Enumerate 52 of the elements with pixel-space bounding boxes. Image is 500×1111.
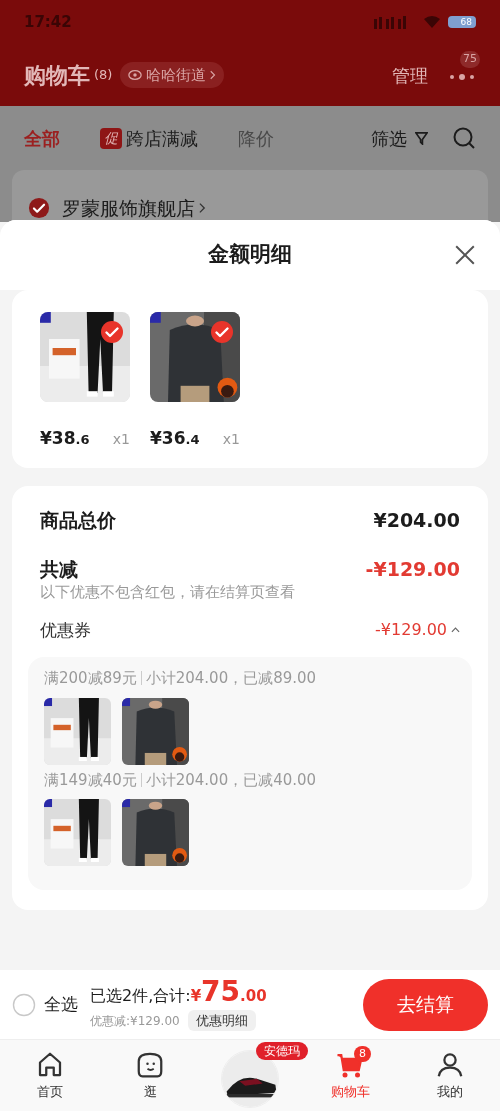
- nav-tab[interactable]: 逛: [100, 1049, 200, 1102]
- count-badge: 8: [354, 1045, 371, 1063]
- notification-badge: 75: [460, 51, 480, 68]
- page-title: 购物车: [24, 61, 90, 90]
- sheet-title: 金额明细: [208, 241, 292, 269]
- total-amount: ¥204.00: [373, 508, 460, 533]
- coupon-subtotal: 小计204.00，已减89.00: [145, 668, 317, 689]
- coupon-rule: 满200减89元: [44, 668, 137, 689]
- brand-badge: 安德玛: [256, 1041, 308, 1060]
- coupon-rule: 满149减40元: [44, 769, 137, 791]
- coupon-subtotal: 小计204.00，已减40.00: [145, 769, 317, 791]
- item-price: ¥36.4: [150, 427, 200, 450]
- discount-amount: -¥129.00: [365, 556, 460, 582]
- filter-tab[interactable]: 降价: [238, 124, 274, 152]
- manage-button[interactable]: 管理: [392, 61, 428, 89]
- total-price: ¥75.00: [190, 977, 267, 1008]
- chevron-icon: [199, 202, 206, 214]
- total-label: 商品总价: [40, 508, 116, 533]
- eye-icon: [128, 68, 143, 82]
- select-all-checkbox[interactable]: 全选: [12, 991, 78, 1018]
- discount-detail-button[interactable]: 优惠明细: [187, 1009, 256, 1032]
- item-quantity: x1: [222, 430, 240, 449]
- location-chip[interactable]: 哈哈街道: [120, 61, 225, 89]
- nav-tab[interactable]: 首页: [0, 1049, 100, 1102]
- chevron-icon: [451, 627, 460, 634]
- chevron-icon: [210, 70, 217, 80]
- filter-tab[interactable]: 促 跨店满减: [100, 124, 198, 152]
- nav-tab[interactable]: 我的: [400, 1049, 500, 1102]
- battery-icon: 68: [448, 16, 476, 28]
- cart-count: (8): [94, 66, 113, 85]
- more-icon[interactable]: [448, 73, 476, 81]
- discount-note: 以下优惠不包含红包，请在结算页查看: [40, 583, 295, 601]
- selected-summary: 已选2件,合计:: [90, 984, 191, 1007]
- store-checkbox[interactable]: [28, 197, 50, 219]
- search-icon[interactable]: [452, 126, 476, 150]
- filter-button[interactable]: 筛选: [371, 124, 428, 152]
- circle-icon: [12, 992, 36, 1017]
- status-time: 17:42: [24, 11, 72, 33]
- close-icon[interactable]: [454, 244, 476, 266]
- saved-amount: 优惠减:¥129.00: [90, 1012, 180, 1030]
- promo-badge: 促: [100, 127, 122, 149]
- funnel-icon: [415, 131, 428, 145]
- item-checkbox[interactable]: [100, 320, 124, 344]
- coupon-label: 优惠券: [40, 618, 91, 642]
- item-checkbox[interactable]: [210, 320, 234, 344]
- checkout-button[interactable]: 去结算: [363, 978, 488, 1031]
- store-name[interactable]: 罗蒙服饰旗舰店: [62, 193, 195, 223]
- coupon-amount[interactable]: -¥129.00: [375, 618, 460, 643]
- discount-label: 共减: [40, 556, 78, 582]
- item-price: ¥38.6: [40, 427, 90, 450]
- item-quantity: x1: [112, 430, 130, 449]
- wifi-icon: [424, 16, 440, 28]
